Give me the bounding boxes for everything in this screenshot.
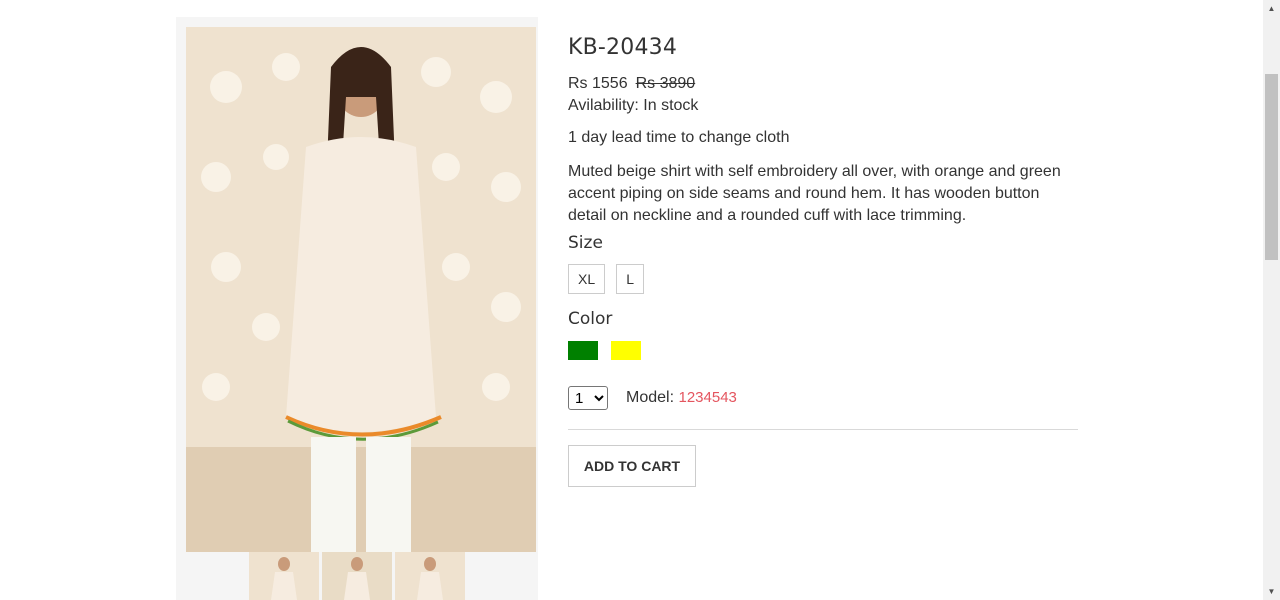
product-title: KB-20434 [568,35,678,60]
quantity-select[interactable]: 1 [568,386,608,410]
color-swatch-green[interactable] [568,341,598,360]
size-option-l[interactable]: L [616,264,645,294]
color-options [568,341,641,360]
model-info: Model: 1234543 [626,389,737,407]
size-options: XL L [568,264,645,294]
scrollbar-thumb[interactable] [1265,74,1278,260]
color-swatch-yellow[interactable] [611,341,641,360]
price-row: Rs 1556 Rs 3890 [568,75,695,93]
product-thumbnail[interactable] [395,552,465,600]
product-thumbnail-icon [395,552,465,600]
availability: Avilability: In stock [568,97,699,114]
product-main-image [186,27,536,552]
add-to-cart-button[interactable]: ADD TO CART [568,445,696,487]
thumbnail-list [249,552,465,600]
chevron-down-icon[interactable]: ▼ [1263,583,1280,600]
product-photo-icon [186,27,536,552]
model-value: 1234543 [678,389,737,406]
current-price: Rs 1556 [568,75,628,92]
color-label: Color [568,309,613,329]
vertical-scrollbar[interactable]: ▲ ▼ [1263,0,1280,600]
page: KB-20434 Rs 1556 Rs 3890 Avilability: In … [0,0,1263,600]
product-thumbnail-icon [322,552,392,600]
product-thumbnail[interactable] [322,552,392,600]
product-description: Muted beige shirt with self embroidery a… [568,163,1061,224]
divider [568,429,1078,430]
product-thumbnail[interactable] [249,552,319,600]
product-thumbnail-icon [249,552,319,600]
chevron-up-icon[interactable]: ▲ [1263,0,1280,17]
lead-time: 1 day lead time to change cloth [568,129,790,146]
product-gallery [176,17,538,600]
size-option-xl[interactable]: XL [568,264,606,294]
model-label: Model: [626,389,675,406]
old-price: Rs 3890 [635,75,696,92]
size-label: Size [568,233,603,253]
